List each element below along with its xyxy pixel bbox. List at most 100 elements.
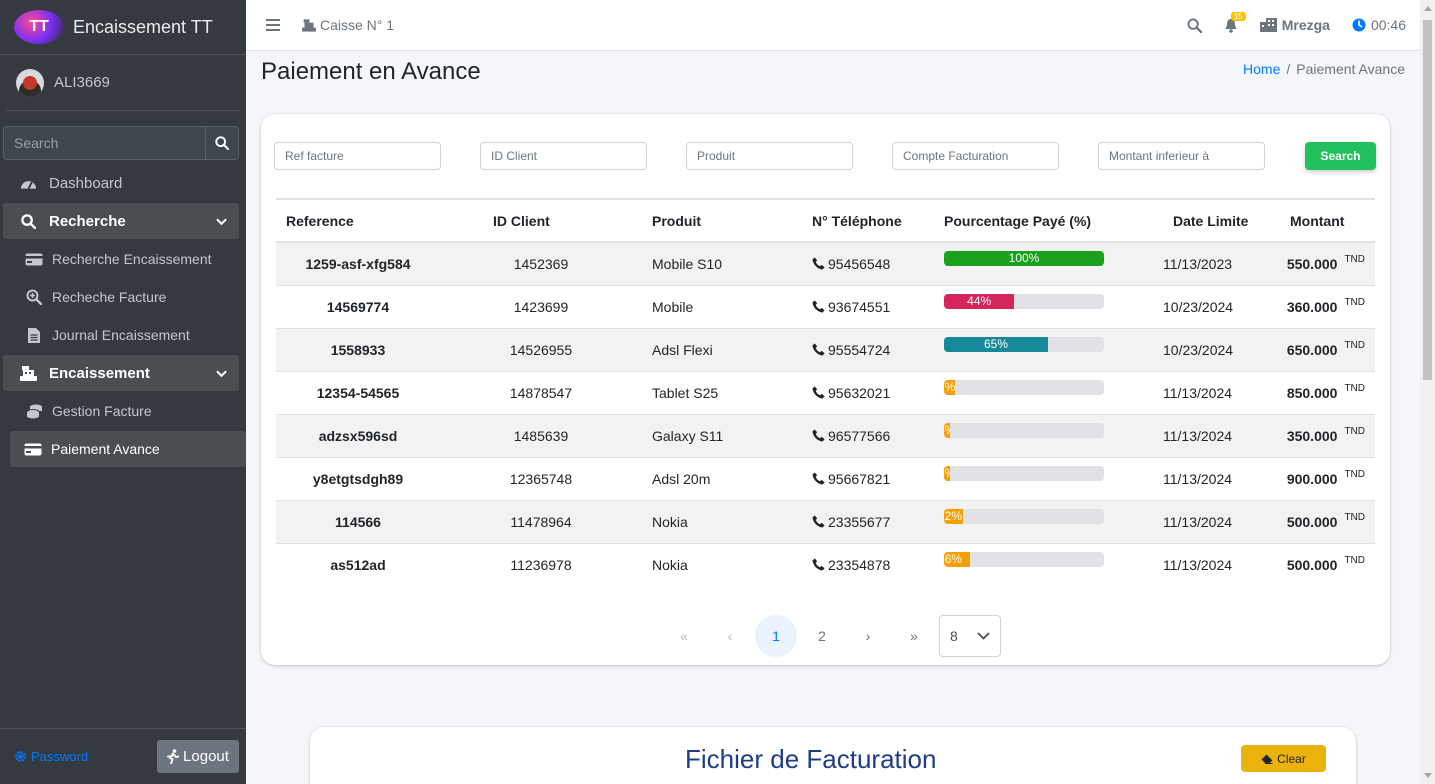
progress-bar: 16%: [944, 552, 1104, 568]
column-header[interactable]: Reference: [276, 199, 440, 242]
sidebar-item-label: Recherche: [49, 212, 126, 230]
progress-bar: 100%: [944, 251, 1104, 267]
percentage-cell: 16%: [934, 543, 1153, 586]
chevron-down-icon: [216, 365, 227, 382]
gear-icon: [15, 751, 26, 762]
billing-file-title: Fichier de Facturation: [685, 744, 937, 774]
search-button[interactable]: Search: [1305, 142, 1376, 170]
first-page-button[interactable]: «: [663, 615, 705, 657]
table-row[interactable]: 1259-asf-xfg584 1452369 Mobile S10 95456548…: [276, 242, 1375, 285]
produit-input[interactable]: [686, 142, 853, 170]
table-row[interactable]: y8etgtsdgh89 12365748 Adsl 20m 95667821 4% 11…: [276, 457, 1375, 500]
column-header[interactable]: ID Client: [440, 199, 642, 242]
sidebar-item-label: Journal Encaissement: [52, 327, 190, 343]
percentage-cell: 4%: [934, 457, 1153, 500]
page-button-1[interactable]: 1: [755, 615, 797, 657]
table-row[interactable]: 12354-54565 14878547 Tablet S25 95632021 7% 1…: [276, 371, 1375, 414]
page-button-2[interactable]: 2: [801, 615, 843, 657]
scroll-thumb[interactable]: [1423, 20, 1432, 380]
logout-button[interactable]: Logout: [157, 740, 239, 773]
phone-icon: [812, 299, 825, 313]
column-header[interactable]: Pourcentage Payé (%): [934, 199, 1153, 242]
menu-toggle[interactable]: [266, 15, 280, 36]
scroll-up-arrow[interactable]: [1424, 6, 1432, 11]
notification-badge: 15: [1230, 11, 1246, 21]
page-scrollbar[interactable]: [1420, 0, 1435, 784]
montant-input[interactable]: [1098, 142, 1265, 170]
sidebar-item-encaissement[interactable]: Encaissement: [3, 355, 239, 391]
user-panel[interactable]: ALI3669: [6, 55, 240, 111]
phone-number: 23354878: [828, 556, 891, 573]
sidebar-search-input[interactable]: [3, 126, 205, 160]
sidebar-search: [3, 126, 239, 160]
sidebar-item-paiement-avance[interactable]: Paiement Avance: [10, 431, 246, 467]
notifications-button[interactable]: 15: [1224, 11, 1246, 33]
sidebar-item-recheche-facture[interactable]: Recheche Facture: [3, 279, 239, 315]
breadcrumb-separator: /: [1286, 61, 1291, 77]
client-id-cell: 11236978: [510, 556, 572, 573]
dashboard-icon: [19, 176, 37, 190]
hamburger-icon: [266, 18, 280, 31]
eraser-icon: [1261, 754, 1273, 764]
reference-cell: y8etgtsdgh89: [312, 470, 404, 487]
progress-fill: 4%: [944, 423, 951, 438]
column-header[interactable]: Produit: [642, 199, 802, 242]
ref-facture-input[interactable]: [274, 142, 441, 170]
phone-cell: 23355677: [802, 500, 934, 543]
phone-icon: [812, 514, 825, 528]
reference-cell: 1558933: [330, 341, 386, 358]
id-client-input[interactable]: [480, 142, 647, 170]
product-cell: Tablet S25: [652, 384, 719, 401]
last-page-button[interactable]: »: [893, 615, 935, 657]
table-row[interactable]: 14569774 1423699 Mobile 93674551 44% 10/23/20…: [276, 285, 1375, 328]
caisse-text: Caisse N° 1: [320, 17, 395, 33]
amount-cell: 850.000 TND: [1270, 371, 1375, 414]
scroll-down-arrow[interactable]: [1424, 773, 1432, 778]
table-row[interactable]: adzsx596sd 1485639 Galaxy S11 96577566 4% 11/…: [276, 414, 1375, 457]
table-row[interactable]: 1558933 14526955 Adsl Flexi 95554724 65% 10/2…: [276, 328, 1375, 371]
product-cell: Galaxy S11: [652, 427, 724, 444]
column-header[interactable]: Montant: [1270, 199, 1375, 242]
progress-bar: 4%: [944, 466, 1104, 481]
date-limit-cell: 10/23/2024: [1163, 341, 1234, 358]
clock-text: 00:46: [1370, 17, 1406, 33]
brand-logo: TT: [14, 10, 64, 44]
sidebar-search-button[interactable]: [205, 126, 239, 160]
sidebar-item-dashboard[interactable]: Dashboard: [3, 165, 239, 201]
progress-fill: 12%: [944, 509, 964, 524]
table-row[interactable]: as512ad 11236978 Nokia 23354878 16% 11/13/202…: [276, 543, 1375, 586]
phone-cell: 96577566: [802, 414, 934, 457]
sidebar-item-journal-encaissement[interactable]: Journal Encaissement: [3, 317, 239, 353]
sidebar-item-recherche[interactable]: Recherche: [3, 203, 239, 239]
reference-cell: 14569774: [326, 298, 390, 315]
product-cell: Adsl Flexi: [652, 341, 713, 358]
brand-name: Encaissement TT: [73, 16, 213, 37]
sidebar-item-gestion-facture[interactable]: Gestion Facture: [3, 393, 239, 429]
clear-button[interactable]: Clear: [1241, 745, 1326, 772]
column-header[interactable]: N° Téléphone: [802, 199, 934, 242]
currency-label: TND: [1344, 425, 1365, 437]
progress-fill: 44%: [944, 294, 1015, 309]
phone-number: 95667821: [828, 470, 891, 487]
location-label: Mrezga: [1259, 17, 1330, 33]
top-search-button[interactable]: [1187, 17, 1202, 33]
next-page-button[interactable]: ›: [847, 615, 889, 657]
card-icon: [25, 253, 43, 266]
sidebar-item-recherche-encaissement[interactable]: Recherche Encaissement: [3, 241, 239, 277]
date-limit-cell: 11/13/2024: [1163, 470, 1233, 487]
table-row[interactable]: 114566 11478964 Nokia 23355677 12% 11/13/2024…: [276, 500, 1375, 543]
password-link[interactable]: Password: [14, 749, 88, 764]
search-icon: [1187, 17, 1202, 33]
location-text: Mrezga: [1281, 17, 1330, 33]
percentage-cell: 12%: [934, 500, 1153, 543]
sidebar-footer: Password Logout: [0, 728, 246, 784]
column-header[interactable]: Date Limite: [1153, 199, 1270, 242]
breadcrumb-home[interactable]: Home: [1243, 61, 1280, 77]
client-id-cell: 11478964: [510, 513, 572, 530]
brand[interactable]: TT Encaissement TT: [0, 0, 246, 55]
compte-facturation-input[interactable]: [892, 142, 1059, 170]
per-page-select[interactable]: 8: [939, 615, 1001, 657]
coins-icon: [25, 404, 43, 419]
phone-icon: [812, 257, 825, 270]
prev-page-button[interactable]: ‹: [709, 615, 751, 657]
